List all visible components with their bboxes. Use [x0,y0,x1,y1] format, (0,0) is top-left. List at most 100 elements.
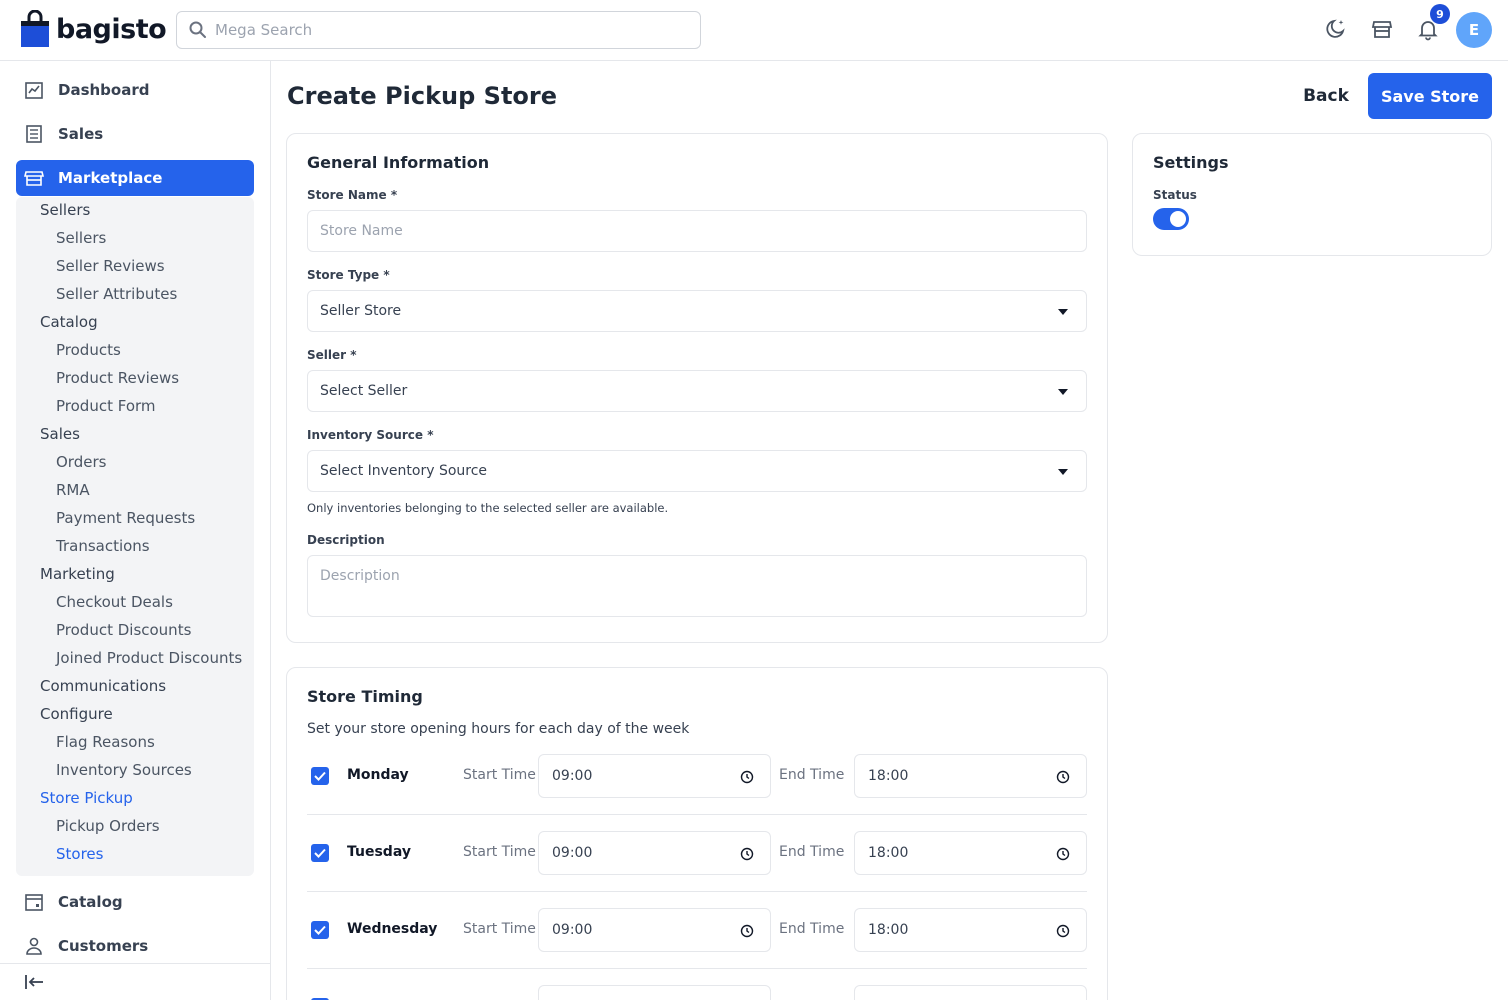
check-icon [314,848,326,858]
sidebar-item-label: Marketplace [58,169,163,187]
submenu-group-marketing[interactable]: Marketing [40,565,115,583]
sidebar-item-catalog[interactable]: Catalog [16,884,254,920]
submenu-item-rma[interactable]: RMA [56,481,90,499]
submenu-item-product-discounts[interactable]: Product Discounts [56,621,191,639]
end-time-input[interactable]: 18:00 [854,908,1087,952]
submenu-item-products[interactable]: Products [56,341,121,359]
day-row-tuesday: Tuesday Start Time 09:00 End Time 18:00 [307,831,1087,875]
submenu-group-store-pickup[interactable]: Store Pickup [40,789,133,807]
collapse-sidebar-icon [25,975,43,989]
clock-icon[interactable] [1056,847,1070,861]
day-checkbox[interactable] [311,921,329,939]
end-time-label: End Time [779,844,845,860]
submenu-group-communications[interactable]: Communications [40,677,166,695]
start-time-value: 09:00 [552,845,593,861]
end-time-value: 18:00 [868,768,909,784]
start-time-label: Start Time [463,767,536,783]
mega-search[interactable] [176,11,701,49]
day-checkbox[interactable] [311,767,329,785]
sidebar-item-dashboard[interactable]: Dashboard [16,72,254,108]
toggle-knob [1170,211,1186,227]
submenu-item-seller-reviews[interactable]: Seller Reviews [56,257,165,275]
chevron-down-icon [1058,309,1068,315]
submenu-item-orders[interactable]: Orders [56,453,106,471]
sidebar-item-label: Dashboard [58,81,150,99]
clock-icon[interactable] [740,924,754,938]
inventory-source-label: Inventory Source * [307,428,434,442]
submenu-item-payment-requests[interactable]: Payment Requests [56,509,195,527]
dark-mode-icon[interactable] [1323,16,1349,42]
start-time-value: 09:00 [552,922,593,938]
end-time-label: End Time [779,767,845,783]
submenu-item-seller-attributes[interactable]: Seller Attributes [56,285,177,303]
customers-icon [26,937,42,955]
save-store-button[interactable]: Save Store [1368,73,1492,119]
end-time-value: 18:00 [868,845,909,861]
start-time-label: Start Time [463,921,536,937]
submenu-item-flag-reasons[interactable]: Flag Reasons [56,733,155,751]
top-header: bagisto 9 E [0,0,1508,61]
start-time-input[interactable]: 09:00 [538,754,771,798]
brand-logo[interactable]: bagisto [20,9,167,48]
sidebar-item-marketplace[interactable]: Marketplace [16,160,254,196]
seller-select[interactable]: Select Seller [307,370,1087,412]
clock-icon[interactable] [1056,770,1070,784]
day-row-wednesday: Wednesday Start Time 09:00 End Time 18:0… [307,908,1087,952]
submenu-item-stores[interactable]: Stores [56,845,103,863]
submenu-group-catalog[interactable]: Catalog [40,313,98,331]
submenu-item-checkout-deals[interactable]: Checkout Deals [56,593,173,611]
search-icon [189,21,206,38]
chevron-down-icon [1058,469,1068,475]
sidebar-collapse-button[interactable] [0,963,270,1000]
description-label: Description [307,533,385,547]
day-checkbox[interactable] [311,844,329,862]
status-label: Status [1153,188,1197,202]
end-time-label: End Time [779,921,845,937]
user-avatar[interactable]: E [1456,12,1492,48]
inventory-source-value: Select Inventory Source [320,463,488,479]
store-type-select[interactable]: Seller Store [307,290,1087,332]
end-time-input[interactable] [854,985,1087,1000]
general-information-card: General Information Store Name * Store T… [286,133,1108,643]
submenu-item-inventory-sources[interactable]: Inventory Sources [56,761,192,779]
start-time-input[interactable]: 09:00 [538,831,771,875]
submenu-group-configure[interactable]: Configure [40,705,113,723]
description-field[interactable] [307,555,1087,617]
submenu-group-sellers[interactable]: Sellers [40,201,90,219]
day-row-monday: Monday Start Time 09:00 End Time 18:00 [307,754,1087,798]
sidebar-item-label: Catalog [58,893,123,911]
end-time-input[interactable]: 18:00 [854,831,1087,875]
back-button[interactable]: Back [1294,78,1358,114]
store-type-label: Store Type * [307,268,390,282]
sidebar: Dashboard Sales Marketplace Sellers Sell… [0,61,271,1000]
submenu-item-pickup-orders[interactable]: Pickup Orders [56,817,160,835]
start-time-input[interactable] [538,985,771,1000]
submenu-item-transactions[interactable]: Transactions [56,537,150,555]
submenu-item-joined-product-discounts[interactable]: Joined Product Discounts [56,649,242,667]
start-time-input[interactable]: 09:00 [538,908,771,952]
search-input[interactable] [215,21,675,39]
submenu-item-sellers[interactable]: Sellers [56,229,106,247]
check-icon [314,771,326,781]
clock-icon[interactable] [740,847,754,861]
row-divider [307,891,1087,892]
store-name-input[interactable] [320,223,1060,239]
submenu-item-product-form[interactable]: Product Form [56,397,156,415]
clock-icon[interactable] [1056,924,1070,938]
storefront-icon[interactable] [1369,16,1395,42]
day-name: Monday [347,767,409,783]
submenu-group-sales[interactable]: Sales [40,425,80,443]
store-name-field[interactable] [307,210,1087,252]
clock-icon[interactable] [740,770,754,784]
inventory-source-select[interactable]: Select Inventory Source [307,450,1087,492]
status-toggle[interactable] [1153,208,1189,230]
store-timing-subtitle: Set your store opening hours for each da… [307,721,690,737]
dashboard-icon [25,82,43,99]
sidebar-item-sales[interactable]: Sales [16,116,254,152]
submenu-item-product-reviews[interactable]: Product Reviews [56,369,179,387]
sidebar-item-customers[interactable]: Customers [16,928,254,964]
shopping-bag-icon [20,9,50,48]
end-time-input[interactable]: 18:00 [854,754,1087,798]
description-textarea[interactable] [320,568,1060,604]
settings-card: Settings Status [1132,133,1492,256]
